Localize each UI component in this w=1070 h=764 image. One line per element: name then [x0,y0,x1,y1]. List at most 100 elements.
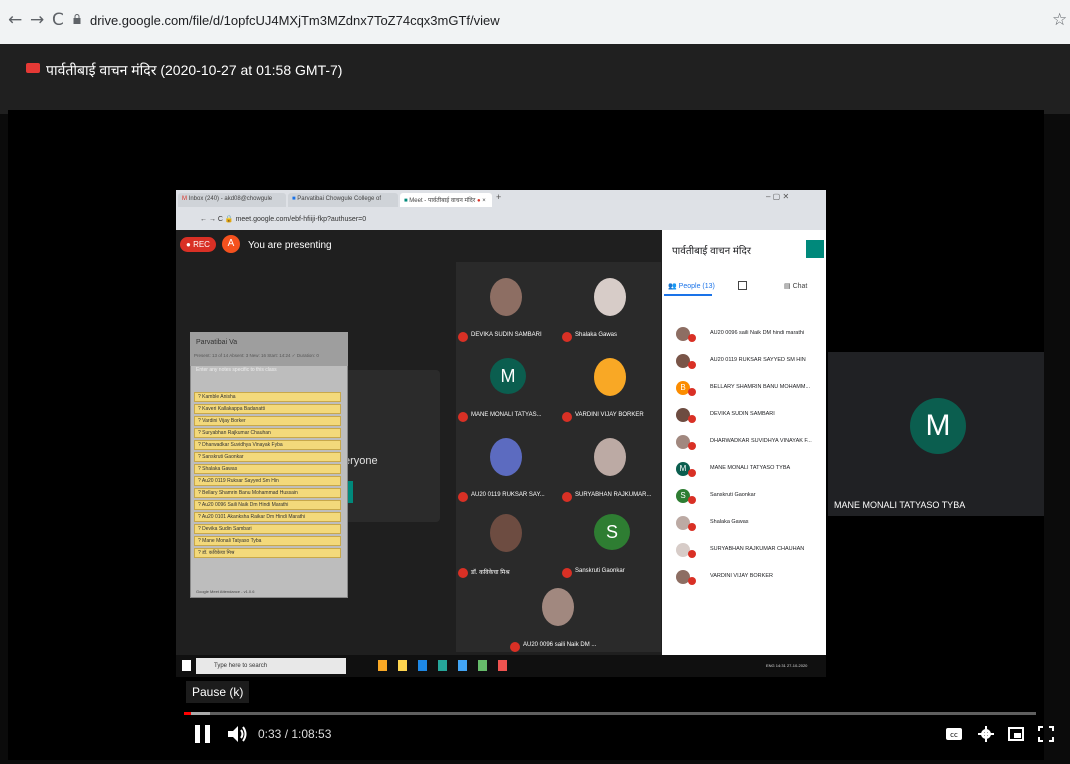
attendance-item: ? Au20 0096 Saili Naik Dm Hindi Marathi [194,500,341,510]
people-list-name: SURYABHAN RAJKUMAR CHAUHAN [710,546,805,552]
people-list-name: DEVIKA SUDIN SAMBARI [710,411,775,417]
people-list-name: VARDINI VIJAY BORKER [710,573,773,579]
people-list-item: Shalaka Gawas [672,514,822,534]
attendance-item: ? Suryabhan Rajkumar Chauhan [194,428,341,438]
people-list-name: Shalaka Gawas [710,519,749,525]
inner-tab-meet: ■ Meet - पार्वतीबाई वाचन मंदिर ● × [400,193,492,207]
time-display: 0:33 / 1:08:53 [258,727,332,741]
participant-tile: VARDINI VIJAY BORKER [560,352,660,432]
attendance-item: ? डॉ. कविकेचा मिश्र [194,548,341,558]
avatar [594,358,626,396]
bookmark-star-icon[interactable]: ☆ [1052,10,1067,30]
people-list-name: AU20 0119 RUKSAR SAYYED SM HIN [710,357,806,363]
people-list-item: B BELLARY SHAMRIN BANU MOHAMM... [672,379,822,399]
participant-name: SURYABHAN RAJKUMAR... [575,492,652,498]
edge-taskbar-icon [458,660,467,671]
participant-tile: M MANE MONALI TATYAS... [456,352,556,432]
avatar [594,438,626,476]
pause-tooltip: Pause (k) [186,681,250,703]
reload-icon[interactable]: C [52,10,64,30]
avatar [490,514,522,552]
people-list-item: SURYABHAN RAJKUMAR CHAUHAN [672,541,822,561]
attendance-item: ? Au20 0119 Ruksar Sayyed Sm Hin [194,476,341,486]
participant-name: MANE MONALI TATYAS... [471,412,542,418]
settings-gear-icon[interactable] [978,726,994,742]
rec-badge: ● REC [180,237,216,252]
attendance-item: ? Vardini Vijay Borker [194,416,341,426]
mic-off-icon [688,415,696,423]
mic-off-icon [688,523,696,531]
participant-name: डॉ. कविकेचा मिश्र [471,570,510,576]
inner-tab-gmail: M Inbox (240) - akd08@chowgule [178,193,286,207]
attendance-item: ? Sanskruti Gaonkar [194,452,341,462]
participant-tile: SURYABHAN RAJKUMAR... [560,432,660,512]
video-file-icon [26,63,40,73]
participant-name: MANE MONALI TATYASO TYBA [834,500,966,510]
mic-off-icon [688,334,696,342]
mic-off-icon [688,388,696,396]
forward-icon[interactable]: → [30,10,44,30]
mic-off-icon [688,469,696,477]
explorer-taskbar-icon [398,660,407,671]
panel-title: पार्वतीबाई वाचन मंदिर [672,246,751,257]
volume-icon[interactable] [228,725,248,743]
participant-tile: S Sanskruti Gaonkar [560,508,660,588]
people-list-item: M MANE MONALI TATYASO TYBA [672,460,822,480]
attendance-item: ? Mane Monali Tatyaso Tyba [194,536,341,546]
avatar: M [910,398,966,454]
people-list-name: Sanskruti Gaonkar [710,492,756,498]
participant-name: Shalaka Gawas [575,332,618,338]
tab-underline [664,294,712,296]
captions-icon[interactable]: cc [946,726,962,742]
attendance-item: ? Kaveri Kallakappa Badanatti [194,404,341,414]
panel-close-button [806,240,824,258]
avatar: S [594,514,630,550]
window-controls: – ▢ ✕ [766,192,790,201]
presenting-label: You are presenting [248,240,332,251]
pause-icon[interactable] [195,725,211,743]
taskbar-search-text: Type here to search [214,663,268,669]
mic-off-icon [688,361,696,369]
browser-toolbar: ← → C drive.google.com/file/d/1opfcUJ4MX… [0,0,1070,44]
attendance-footer: Google Meet Attendance - v1.0.6 [196,589,255,594]
lock-icon [73,14,81,24]
avatar [490,438,522,476]
people-list-name: DHARWADKAR SUVIDHYA VINAYAK F... [710,438,812,444]
avatar [542,588,574,626]
participant-tile: DEVIKA SUDIN SAMBARI [456,272,556,352]
attendance-item: ? Au20 0101 Akanksha Raikar Dm Hindi Mar… [194,512,341,522]
participant-name: AU20 0096 saili Naik DM ... [523,642,597,648]
mic-off-icon [458,332,468,342]
seek-bar[interactable] [184,712,1036,715]
mic-off-icon [688,577,696,585]
mic-off-icon [688,442,696,450]
app-taskbar-icon [438,660,447,671]
mic-off-icon [458,492,468,502]
fullscreen-icon[interactable] [1038,726,1054,742]
people-list-name: AU20 0096 saili Naik DM hindi marathi [710,330,805,336]
people-list-item: AU20 0119 RUKSAR SAYYED SM HIN [672,352,822,372]
miniplayer-icon[interactable] [1008,726,1024,742]
presenter-avatar: A [222,235,240,253]
attendance-notes: Enter any notes specific to this class [196,367,277,373]
dialog-fragment-text: eryone [344,455,378,467]
people-list-item: S Sanskruti Gaonkar [672,487,822,507]
participant-name: VARDINI VIJAY BORKER [575,412,644,418]
participant-tile: Shalaka Gawas [560,272,660,352]
inner-browser-chrome: M Inbox (240) - akd08@chowgule ■ Parvati… [176,190,826,230]
people-list-name: MANE MONALI TATYASO TYBA [710,465,791,471]
new-tab-icon: + [496,192,502,202]
attendance-item: ? Kamble Anisha [194,392,341,402]
inner-address-bar: ← → C 🔒 meet.google.com/ebf-hfiiji-fkp?a… [200,216,367,223]
people-list-item: DEVIKA SUDIN SAMBARI [672,406,822,426]
inner-tab-college: ■ Parvatibai Chowgule College of [288,193,398,207]
people-list-item: VARDINI VIJAY BORKER [672,568,822,588]
mic-off-icon [562,332,572,342]
svg-text:cc: cc [950,731,958,739]
back-icon[interactable]: ← [8,10,22,30]
avatar: M [490,358,526,394]
participant-tile: AU20 0119 RUKSAR SAY... [456,432,556,512]
address-bar[interactable]: drive.google.com/file/d/1opfcUJ4MXjTm3MZ… [90,13,500,28]
mic-off-icon [688,550,696,558]
mic-off-icon [458,568,468,578]
